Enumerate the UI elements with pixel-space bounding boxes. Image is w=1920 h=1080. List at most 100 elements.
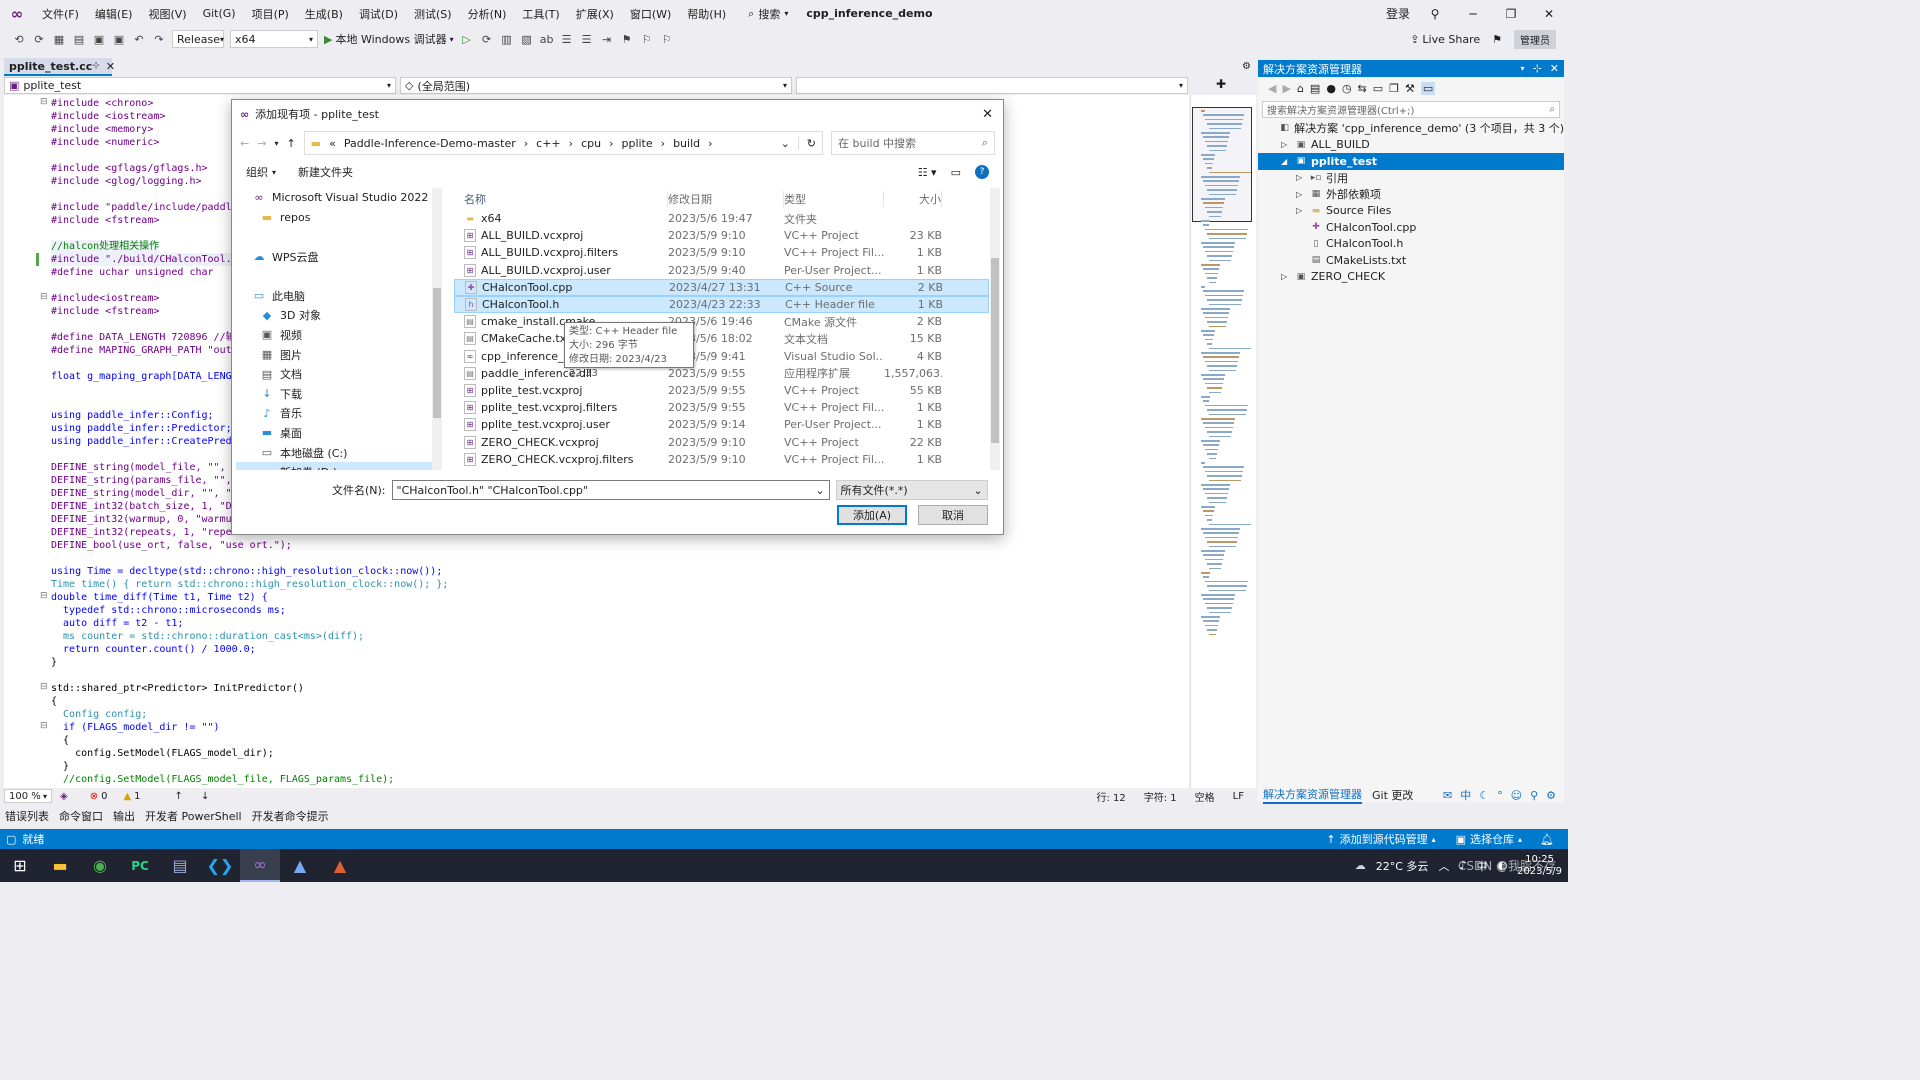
new-folder-button[interactable]: 新建文件夹 <box>298 164 353 180</box>
nav-item[interactable]: ▤ 文档 <box>236 364 442 384</box>
nav-item[interactable]: ↓ 下载 <box>236 384 442 404</box>
platform-select[interactable]: x64 ▾ <box>230 30 318 48</box>
add-button[interactable]: 添加(A) <box>837 505 907 525</box>
refresh-icon[interactable]: ↻ <box>797 136 816 150</box>
expand-arrow-icon[interactable]: ▷ <box>1296 206 1306 215</box>
organize-menu[interactable]: 组织 ▾ <box>246 164 276 180</box>
home-icon[interactable]: ⌂ <box>1297 82 1304 95</box>
toolbox-icon[interactable]: ▥ <box>500 32 514 46</box>
weather-icon[interactable]: ☁ <box>1355 859 1366 872</box>
bottom-tab[interactable]: 错误列表 <box>5 808 49 824</box>
back-icon[interactable]: ◀ <box>1268 82 1276 95</box>
collapse-toggle-icon[interactable]: ⊟ <box>40 97 48 107</box>
bottom-tab[interactable]: 命令窗口 <box>59 808 103 824</box>
windows-start-icon[interactable]: ⊞ <box>0 849 40 882</box>
copy-icon[interactable]: ❐ <box>1389 82 1399 95</box>
settings-icon[interactable]: ⚙ <box>1546 789 1556 802</box>
back-icon[interactable]: ⟲ <box>12 32 26 46</box>
down-arrow-icon[interactable]: ↓ <box>201 791 209 802</box>
chevron-right-icon[interactable]: › <box>609 137 613 150</box>
open-icon[interactable]: ▤ <box>72 32 86 46</box>
menu-item[interactable]: 生成(B) <box>297 6 351 22</box>
sync-icon[interactable]: ⇆ <box>1358 82 1367 95</box>
save-all-icon[interactable]: ▣ <box>112 32 126 46</box>
chevron-down-icon[interactable]: ⌄ <box>815 484 824 497</box>
expand-arrow-icon[interactable]: ▷ <box>1296 173 1306 182</box>
file-row[interactable]: ⊞ ALL_BUILD.vcxproj.user 2023/5/9 9:40 Per-… <box>454 262 989 279</box>
nav-item[interactable]: ▦ 图片 <box>236 345 442 365</box>
file-row[interactable]: ▬ x64 2023/5/6 19:47 文件夹 <box>454 210 989 227</box>
scope-dropdown[interactable]: ◇ (全局范围) ▾ <box>400 77 792 94</box>
menu-item[interactable]: 窗口(W) <box>622 6 679 22</box>
select-repo-button[interactable]: ▣ 选择仓库 ▴ <box>1456 831 1522 847</box>
menu-item[interactable]: 视图(V) <box>140 6 194 22</box>
member-dropdown[interactable]: ▾ <box>796 77 1188 94</box>
solution-tree-item[interactable]: ▷ ▬ Source Files <box>1258 203 1564 220</box>
error-count[interactable]: ⊗ 0 <box>90 791 108 802</box>
file-row[interactable]: ⊞ ALL_BUILD.vcxproj 2023/5/9 9:10 VC++ Proj… <box>454 227 989 244</box>
undo-icon[interactable]: ↶ <box>132 32 146 46</box>
feedback-icon[interactable]: ⚑ <box>1492 33 1502 46</box>
new-project-icon[interactable]: ▦ <box>52 32 66 46</box>
menu-item[interactable]: 扩展(X) <box>568 6 622 22</box>
chevron-down-icon[interactable]: ⌄ <box>781 137 790 150</box>
search-menu[interactable]: ⌕ 搜索 ▾ <box>748 6 788 22</box>
feedback-icon[interactable]: ✉ <box>1443 789 1452 802</box>
up-icon[interactable]: ↑ <box>286 137 295 150</box>
tab-git-changes[interactable]: Git 更改 <box>1372 787 1413 803</box>
nav-item[interactable]: ♪ 音乐 <box>236 404 442 424</box>
matlab-icon[interactable]: ▲ <box>320 849 360 882</box>
collapse-toggle-icon[interactable]: ⊟ <box>40 591 48 601</box>
comment-icon[interactable]: ☰ <box>560 32 574 46</box>
nav-item[interactable]: ◆ 3D 对象 <box>236 306 442 326</box>
split-icon[interactable]: ✚ <box>1192 77 1226 94</box>
start-debugger-button[interactable]: ▶ 本地 Windows 调试器 ▾ <box>324 31 454 47</box>
menu-item[interactable]: 编辑(E) <box>87 6 141 22</box>
file-list-scrollbar[interactable] <box>990 188 1000 470</box>
tab-solution-explorer[interactable]: 解决方案资源管理器 <box>1263 786 1362 804</box>
pin-icon[interactable]: ⊹ <box>92 61 100 71</box>
file-row[interactable]: ⊞ pplite_test.vcxproj.filters 2023/5/9 9:5… <box>454 399 989 416</box>
solution-search-input[interactable]: 搜索解决方案资源管理器(Ctrl+;) ⌕ <box>1262 101 1560 118</box>
browser-icon[interactable]: ◉ <box>80 849 120 882</box>
solution-tree-item[interactable]: ◢ ▣ pplite_test <box>1258 153 1564 170</box>
preview-icon[interactable]: ▭ <box>1420 81 1436 95</box>
hot-reload-icon[interactable]: ⟳ <box>480 32 494 46</box>
breadcrumb-item[interactable]: cpu <box>581 137 601 150</box>
editor-minimap[interactable] <box>1190 95 1256 788</box>
weather-text[interactable]: 22°C 多云 <box>1376 858 1429 874</box>
collapse-arrow-icon[interactable]: ◢ <box>1281 157 1291 166</box>
solution-tree-item[interactable]: ▷ ▦ 外部依赖项 <box>1258 186 1564 203</box>
layout-icon[interactable]: ▧ <box>520 32 534 46</box>
file-row[interactable]: ▤ cmake_install.cmake 2023/5/6 19:46 CMake … <box>454 313 989 330</box>
notification-icon[interactable]: 🔔︎ <box>1540 833 1554 846</box>
user-icon[interactable]: ⚲ <box>1530 789 1538 802</box>
chevron-up-icon[interactable]: ︿ <box>1438 858 1449 874</box>
file-row[interactable]: ⊞ ZERO_CHECK.vcxproj.filters 2023/5/9 9:10… <box>454 451 989 468</box>
tab-pplite-test[interactable]: pplite_test.cc ⊹ ✕ <box>4 58 115 76</box>
chevron-right-icon[interactable]: › <box>524 137 528 150</box>
next-bookmark-icon[interactable]: ⚐ <box>660 32 674 46</box>
folder-search-input[interactable]: 在 build 中搜索 ⌕ <box>831 131 995 155</box>
back-icon[interactable]: ← <box>240 137 249 150</box>
menu-item[interactable]: 调试(D) <box>351 6 406 22</box>
vs-status-icon[interactable]: ● <box>1326 82 1336 95</box>
column-header[interactable]: 修改日期 <box>668 191 784 207</box>
bottom-tab[interactable]: 开发者 PowerShell <box>145 808 242 824</box>
breadcrumb-item[interactable]: pplite <box>621 137 652 150</box>
maximize-icon[interactable]: ❐ <box>1492 7 1530 21</box>
breadcrumb-item[interactable]: build <box>673 137 700 150</box>
solution-tree-item[interactable]: ✚ CHalconTool.cpp <box>1258 219 1564 236</box>
nav-item[interactable]: ☁ WPS云盘 <box>236 247 442 267</box>
preview-pane-icon[interactable]: ▭ <box>951 166 961 179</box>
forward-icon[interactable]: ▶ <box>1282 82 1290 95</box>
collapse-icon[interactable]: ▭ <box>1373 82 1383 95</box>
file-row[interactable]: ⊞ pplite_test.vcxproj 2023/5/9 9:55 VC++ Pr… <box>454 382 989 399</box>
solution-tree-item[interactable]: ◧ 解决方案 'cpp_inference_demo' (3 个项目，共 3 个) <box>1258 120 1564 137</box>
solution-tree-item[interactable]: ▷ ▸▫ 引用 <box>1258 170 1564 187</box>
bookmark-icon[interactable]: ⚑ <box>620 32 634 46</box>
close-tab-icon[interactable]: ✕ <box>106 60 115 73</box>
column-header[interactable]: 名称 <box>454 191 668 207</box>
bottom-tab[interactable]: 开发者命令提示 <box>252 808 329 824</box>
address-bar[interactable]: ▬ « Paddle-Inference-Demo-master › c++ › cpu… <box>303 131 823 155</box>
